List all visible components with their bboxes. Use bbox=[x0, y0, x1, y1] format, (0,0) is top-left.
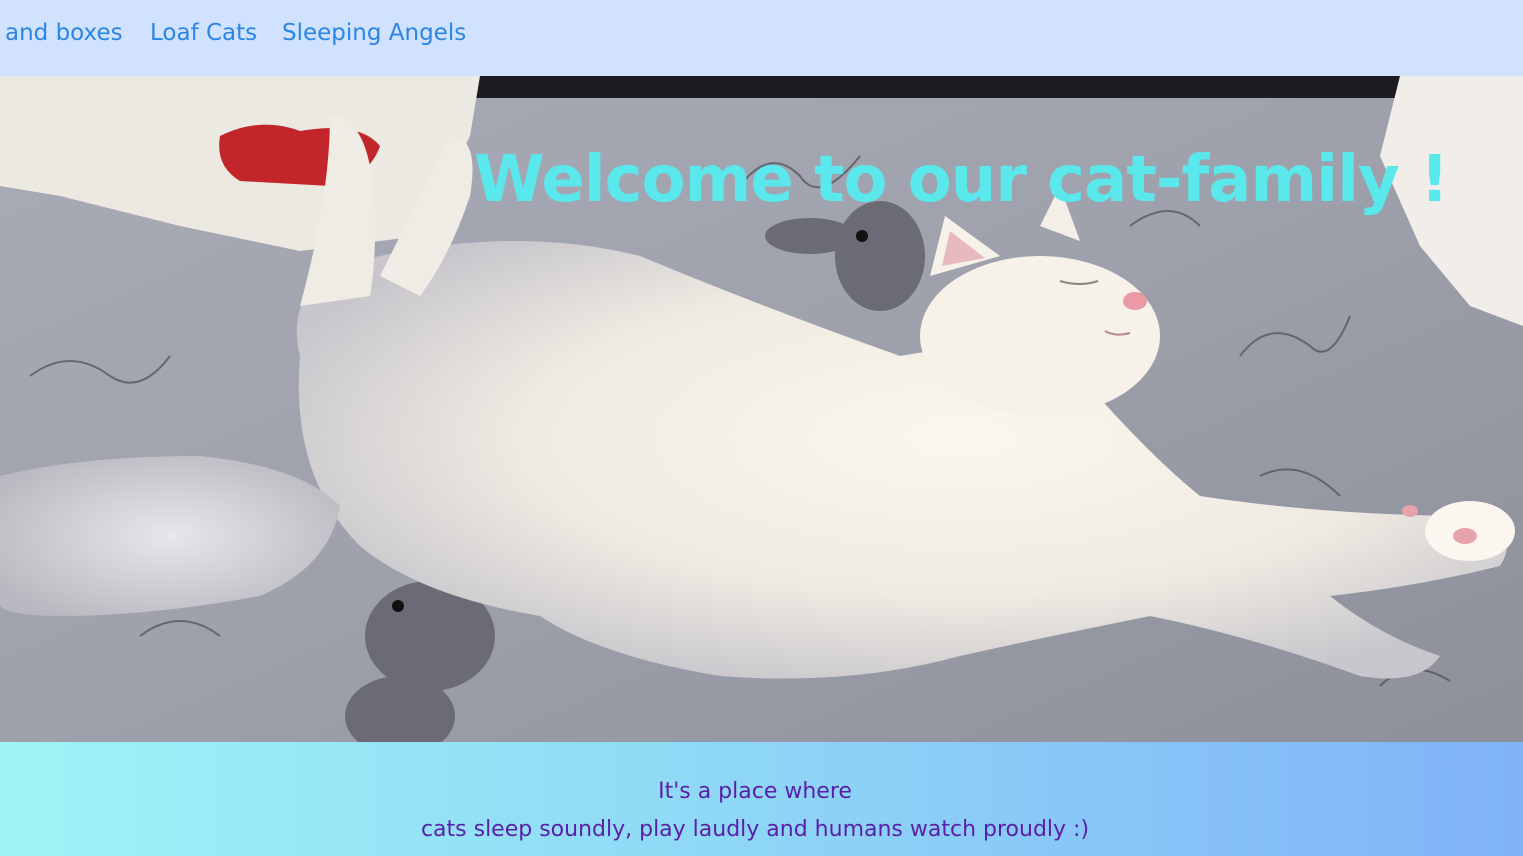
hero-banner: Welcome to our cat-family ! bbox=[0, 76, 1523, 742]
page-title: Welcome to our cat-family ! bbox=[474, 142, 1449, 217]
tagline-banner: It's a place where cats sleep soundly, p… bbox=[0, 742, 1523, 856]
nav-link-boxes[interactable]: and boxes bbox=[5, 16, 123, 50]
nav-link-sleeping-angels[interactable]: Sleeping Angels bbox=[282, 16, 466, 50]
tagline-line-1: It's a place where bbox=[658, 779, 852, 804]
nav-link-loaf-cats[interactable]: Loaf Cats bbox=[150, 16, 257, 50]
tagline-line-2: cats sleep soundly, play laudly and huma… bbox=[420, 817, 1090, 842]
top-navigation: and boxes Loaf Cats Sleeping Angels bbox=[0, 0, 1523, 76]
